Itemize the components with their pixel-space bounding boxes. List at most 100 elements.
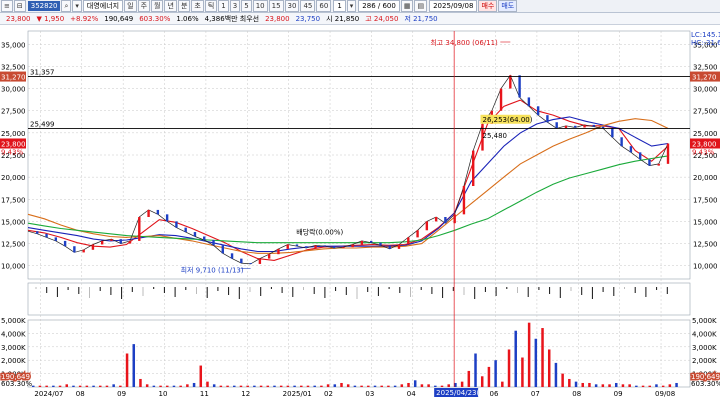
volume-value: 190,649 (104, 14, 134, 23)
x-tick-label: 07 (531, 390, 540, 398)
period-year-button[interactable]: 년 (164, 0, 177, 12)
minute-30-button[interactable]: 30 (284, 0, 300, 12)
y-tick-label-left: 27,500 (1, 108, 26, 116)
candle (536, 106, 540, 116)
chart-grid (27, 30, 691, 388)
count-input[interactable]: 286 / 600 (358, 0, 400, 12)
volume-bar (253, 385, 256, 387)
candle (110, 239, 113, 241)
volume-bar (112, 384, 115, 387)
x-tick-label: 08 (572, 390, 581, 398)
grid-icon[interactable]: ▦ (400, 0, 414, 12)
volume-bar (145, 384, 149, 387)
candle (546, 115, 549, 123)
chart-toolbar: ≡ ⊟ 352820 ⌕ ▾ 대영에너지 일 주 월 년 분 초 틱 1 3 5… (0, 0, 720, 13)
search-icon[interactable]: ⌕ (61, 0, 72, 12)
volume-bar (279, 385, 283, 387)
period-month-button[interactable]: 월 (151, 0, 164, 12)
volume-bars: 1,000K 1,000K2,000K 2,000K3,000K 3,000K4,00… (0, 317, 720, 388)
period-day-button[interactable]: 일 (124, 0, 137, 12)
candle (156, 209, 160, 215)
volume-bar (326, 384, 330, 387)
volume-bar (52, 385, 55, 387)
price-chart[interactable]: 10,000 10,000 12,500 12,500 15,000 15,000 17,5… (0, 25, 720, 404)
minute-5-button[interactable]: 5 (241, 0, 252, 12)
stock-code-input[interactable]: 352820 (27, 1, 61, 11)
volume-bar (487, 366, 491, 387)
volume-bar (179, 385, 182, 387)
candle (240, 258, 243, 264)
volume-bar (454, 382, 457, 387)
volume-bar (574, 381, 578, 387)
period-minute-button[interactable]: 분 (177, 0, 191, 12)
candle (369, 240, 373, 243)
volume-bar (360, 385, 363, 387)
volume-bar (192, 382, 196, 387)
volume-bar (588, 382, 591, 387)
volume-bar (72, 385, 75, 387)
period-week-button[interactable]: 주 (137, 0, 151, 12)
quote-bar: 23,800 ▼ 1,950 +8.92% 190,649 603.30% 1.… (0, 13, 720, 25)
lc-label: LC:145.14 (691, 31, 720, 39)
volume-bar (99, 385, 102, 387)
volume-bar (413, 380, 417, 387)
calendar-icon[interactable]: ▤ (414, 0, 428, 12)
stock-name: 대영에너지 (82, 0, 124, 12)
candle (128, 240, 132, 244)
minute-60-button[interactable]: 60 (316, 0, 332, 12)
volume-bar (594, 384, 598, 387)
sell-button[interactable]: 매도 (498, 0, 518, 12)
candle (472, 150, 475, 186)
candle (648, 159, 651, 166)
menu-icon[interactable]: ≡ (1, 0, 13, 12)
current-pct-left: 9.43% (1, 148, 24, 156)
spin-icon[interactable]: ▾ (346, 0, 357, 12)
volume-tick-right: 5,000K (692, 317, 717, 325)
candle (351, 244, 354, 248)
minute-15-button[interactable]: 15 (268, 0, 284, 12)
tick-input[interactable]: 1 (333, 0, 346, 12)
volume-tick-right: 3,000K (692, 344, 717, 352)
volume-bar (92, 385, 95, 387)
y-tick-label-right: 32,500 (693, 63, 718, 71)
trade-value: 4,386백만 최우선 (204, 14, 260, 23)
lock-icon[interactable]: ⊟ (13, 0, 26, 12)
volume-bar (474, 353, 477, 387)
candle (332, 246, 336, 248)
volume-bar (346, 384, 350, 387)
x-tick-label: 03 (365, 390, 374, 398)
candle (342, 247, 345, 249)
date-input[interactable]: 2025/09/08 (429, 0, 478, 12)
minute-1-button[interactable]: 1 (218, 0, 229, 12)
volume-pct-right: 603.30% (691, 380, 720, 388)
volume-bar (300, 385, 303, 387)
candle (249, 263, 252, 265)
candle (314, 245, 317, 248)
candle (101, 240, 104, 245)
volume-tick-left: 5,000K (1, 317, 26, 325)
period-second-button[interactable]: 초 (191, 0, 204, 12)
marker-date-label: 2025/04/23(수) (436, 389, 489, 397)
y-tick-label-left: 12,500 (1, 241, 26, 249)
candle (583, 124, 586, 128)
minute-3-button[interactable]: 3 (229, 0, 241, 12)
dropdown-icon[interactable]: ▾ (72, 0, 82, 12)
period-tick-button[interactable]: 틱 (204, 0, 218, 12)
x-tick-label: 2025/01 (283, 390, 312, 398)
volume-bar (199, 365, 203, 387)
volume-bar (125, 353, 129, 387)
annotations: 최고 34,800 (06/11) 최저 9,710 (11/13) 배당락(0.0… (0, 31, 720, 397)
buy-button[interactable]: 매수 (478, 0, 498, 12)
volume-bar (581, 382, 584, 387)
volume-bar (306, 385, 310, 387)
candle (119, 239, 122, 244)
volume-bar (38, 385, 42, 387)
x-tick-label: 04 (407, 390, 416, 398)
candle (73, 246, 76, 253)
volume-bar (641, 385, 645, 387)
x-tick-label: 09/08 (655, 390, 675, 398)
volume-bar (78, 385, 82, 387)
minute-45-button[interactable]: 45 (300, 0, 316, 12)
minute-10-button[interactable]: 10 (252, 0, 268, 12)
volume-bar (259, 385, 263, 387)
